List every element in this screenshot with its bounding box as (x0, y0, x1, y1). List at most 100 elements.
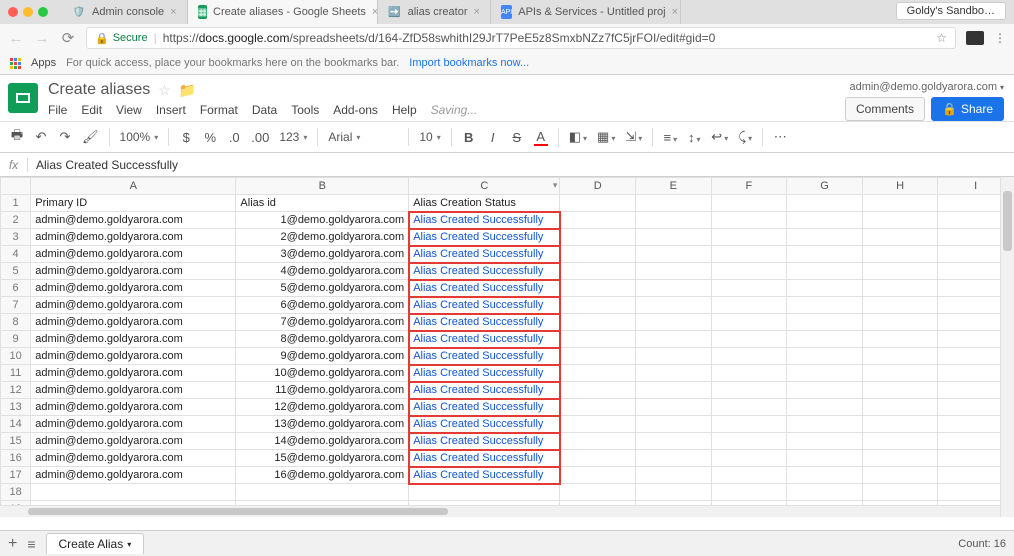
print-icon[interactable]: 🖶 (10, 126, 24, 148)
cell-status[interactable]: Alias Created Successfully (409, 348, 560, 365)
cell-status[interactable]: Alias Created Successfully (409, 382, 560, 399)
row-number[interactable]: 9 (1, 331, 31, 348)
cell[interactable] (787, 229, 863, 246)
cell[interactable] (635, 433, 711, 450)
cell[interactable] (862, 348, 938, 365)
cell[interactable] (787, 280, 863, 297)
cell[interactable] (560, 331, 636, 348)
column-header-H[interactable]: H (862, 178, 938, 195)
cell[interactable]: admin@demo.goldyarora.com (31, 331, 236, 348)
cell[interactable] (787, 331, 863, 348)
cell[interactable]: admin@demo.goldyarora.com (31, 314, 236, 331)
cell[interactable]: admin@demo.goldyarora.com (31, 263, 236, 280)
cell[interactable]: admin@demo.goldyarora.com (31, 399, 236, 416)
cell[interactable]: admin@demo.goldyarora.com (31, 246, 236, 263)
cell[interactable]: admin@demo.goldyarora.com (31, 450, 236, 467)
cell[interactable] (560, 365, 636, 382)
formula-input[interactable]: Alias Created Successfully (28, 158, 1014, 172)
cell[interactable]: admin@demo.goldyarora.com (31, 433, 236, 450)
maximize-window-icon[interactable] (38, 7, 48, 17)
cell[interactable] (635, 331, 711, 348)
window-controls[interactable] (8, 7, 60, 17)
cell[interactable]: 6@demo.goldyarora.com (236, 297, 409, 314)
cell[interactable]: 2@demo.goldyarora.com (236, 229, 409, 246)
cell-status[interactable]: Alias Created Successfully (409, 229, 560, 246)
row-number[interactable]: 13 (1, 399, 31, 416)
cell[interactable] (635, 348, 711, 365)
column-header-A[interactable]: A (31, 178, 236, 195)
cell[interactable] (711, 297, 787, 314)
cell[interactable] (862, 195, 938, 212)
v-align-icon[interactable]: ↕ (687, 130, 701, 145)
cell[interactable] (711, 280, 787, 297)
wrap-icon[interactable]: ↩ (711, 129, 728, 145)
cell[interactable] (560, 433, 636, 450)
cell[interactable] (635, 314, 711, 331)
cell[interactable]: Alias Creation Status (409, 195, 560, 212)
column-header-E[interactable]: E (635, 178, 711, 195)
cell[interactable] (31, 484, 236, 501)
cell[interactable]: 3@demo.goldyarora.com (236, 246, 409, 263)
cell[interactable]: admin@demo.goldyarora.com (31, 229, 236, 246)
menu-add-ons[interactable]: Add-ons (333, 103, 378, 117)
cell[interactable] (787, 399, 863, 416)
percent-icon[interactable]: % (203, 130, 217, 145)
cell-status[interactable]: Alias Created Successfully (409, 246, 560, 263)
cell-status[interactable]: Alias Created Successfully (409, 467, 560, 484)
cell-status[interactable]: Alias Created Successfully (409, 314, 560, 331)
cell[interactable] (635, 450, 711, 467)
cell[interactable] (560, 399, 636, 416)
minimize-window-icon[interactable] (23, 7, 33, 17)
cell-status[interactable]: Alias Created Successfully (409, 365, 560, 382)
cell[interactable] (560, 382, 636, 399)
cell-status[interactable]: Alias Created Successfully (409, 416, 560, 433)
cell[interactable] (787, 263, 863, 280)
cell[interactable] (787, 382, 863, 399)
cell[interactable]: admin@demo.goldyarora.com (31, 348, 236, 365)
cell[interactable] (711, 416, 787, 433)
menu-edit[interactable]: Edit (81, 103, 102, 117)
cell[interactable]: admin@demo.goldyarora.com (31, 212, 236, 229)
undo-icon[interactable]: ↶ (34, 129, 48, 145)
cell[interactable]: 1@demo.goldyarora.com (236, 212, 409, 229)
cell[interactable]: 14@demo.goldyarora.com (236, 433, 409, 450)
cell[interactable] (711, 331, 787, 348)
row-number[interactable]: 15 (1, 433, 31, 450)
cell[interactable] (560, 263, 636, 280)
cell[interactable] (560, 416, 636, 433)
sheet-tab[interactable]: Create Alias▾ (46, 533, 145, 554)
cell[interactable] (560, 450, 636, 467)
cell[interactable] (711, 212, 787, 229)
cell[interactable] (236, 484, 409, 501)
sheets-logo-icon[interactable] (8, 83, 38, 113)
browser-tab[interactable]: ➡️alias creator× (378, 0, 491, 24)
cell[interactable] (787, 195, 863, 212)
cell[interactable] (711, 263, 787, 280)
row-number[interactable]: 8 (1, 314, 31, 331)
cell[interactable] (560, 467, 636, 484)
row-number[interactable]: 16 (1, 450, 31, 467)
cell[interactable]: Alias id (236, 195, 409, 212)
font-size-select[interactable]: 10 (419, 130, 440, 144)
borders-icon[interactable]: ▦ (597, 129, 615, 145)
text-color-icon[interactable]: A (534, 129, 548, 146)
column-header-D[interactable]: D (560, 178, 636, 195)
cell[interactable]: 10@demo.goldyarora.com (236, 365, 409, 382)
row-number[interactable]: 17 (1, 467, 31, 484)
cell[interactable] (635, 297, 711, 314)
font-select[interactable]: Arial (328, 130, 398, 144)
close-tab-icon[interactable]: × (474, 6, 480, 18)
cell[interactable] (711, 433, 787, 450)
apps-label[interactable]: Apps (31, 57, 56, 69)
menu-icon[interactable]: ⋮ (994, 31, 1006, 45)
account-email[interactable]: admin@demo.goldyarora.com▾ (849, 81, 1004, 93)
cell[interactable] (635, 229, 711, 246)
cell[interactable] (787, 433, 863, 450)
number-format-select[interactable]: 123 (279, 130, 307, 144)
bold-icon[interactable]: B (462, 130, 476, 145)
select-all-cell[interactable] (1, 178, 31, 195)
cell[interactable]: 13@demo.goldyarora.com (236, 416, 409, 433)
cell[interactable] (787, 365, 863, 382)
cell-status[interactable]: Alias Created Successfully (409, 263, 560, 280)
row-number[interactable]: 4 (1, 246, 31, 263)
